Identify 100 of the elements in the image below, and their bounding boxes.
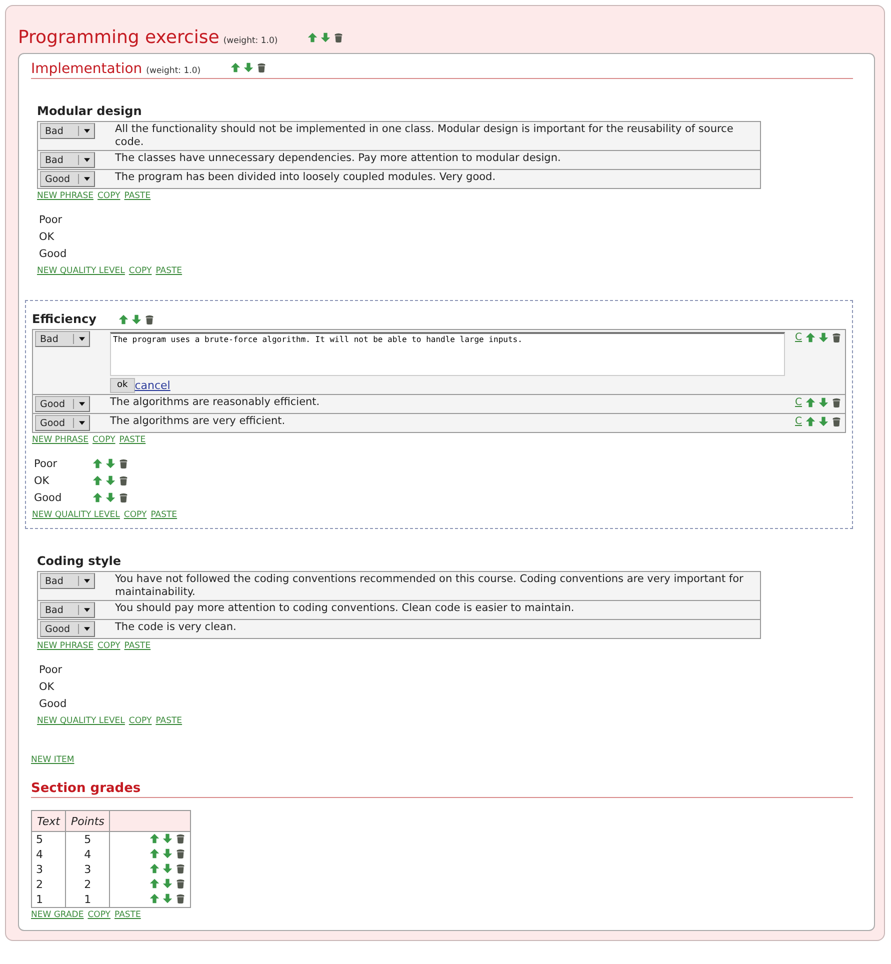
up-arrow-icon[interactable] — [118, 314, 130, 324]
up-arrow-icon[interactable] — [149, 848, 160, 858]
grade-dropdown[interactable]: Good — [40, 171, 95, 187]
trash-can-icon[interactable] — [175, 892, 186, 904]
action-link[interactable]: COPY — [88, 910, 110, 920]
trash-can-icon[interactable] — [175, 878, 186, 888]
up-arrow-icon[interactable] — [306, 32, 318, 43]
down-arrow-icon[interactable] — [818, 397, 829, 408]
trash-can-icon[interactable] — [118, 458, 129, 469]
action-link[interactable]: COPY — [92, 435, 116, 445]
down-arrow-icon[interactable] — [162, 878, 174, 888]
caret-icon — [84, 608, 90, 612]
caret-icon — [84, 158, 90, 162]
trash-can-icon[interactable] — [175, 848, 186, 858]
action-link[interactable]: COPY — [124, 510, 147, 520]
trash-can-icon[interactable] — [831, 416, 842, 427]
column-header: Points — [65, 810, 110, 832]
table-cell: 2 — [32, 877, 66, 892]
table-cell: 4 — [32, 847, 66, 862]
up-arrow-icon[interactable] — [149, 832, 160, 844]
action-link[interactable]: PASTE — [124, 191, 151, 201]
grade-dropdown[interactable]: Good — [40, 621, 95, 637]
table-cell: 5 — [65, 832, 110, 847]
new-item-link[interactable]: NEW ITEM — [31, 755, 74, 765]
trash-can-icon[interactable] — [256, 62, 267, 73]
trash-can-icon[interactable] — [118, 492, 129, 503]
quality-level: Good — [39, 698, 68, 710]
trash-can-icon[interactable] — [175, 862, 186, 874]
action-link[interactable]: NEW PHRASE — [37, 641, 94, 651]
copy-shortcut-link[interactable]: C — [795, 332, 802, 343]
column-header: Text — [32, 810, 66, 832]
action-link[interactable]: COPY — [128, 716, 152, 726]
action-link[interactable]: COPY — [98, 191, 120, 201]
up-arrow-icon[interactable] — [805, 416, 816, 427]
action-link[interactable]: PASTE — [156, 266, 182, 276]
up-arrow-icon[interactable] — [92, 492, 103, 503]
phrase-input[interactable]: The program uses a brute-force algorithm. It will not be able to handle large inputs. — [110, 332, 786, 376]
table-cell: 4 — [65, 847, 110, 862]
up-arrow-icon[interactable] — [805, 397, 816, 408]
action-link[interactable]: NEW PHRASE — [32, 435, 88, 445]
action-link[interactable]: PASTE — [150, 510, 178, 520]
down-arrow-icon[interactable] — [162, 832, 174, 844]
down-arrow-icon[interactable] — [105, 492, 116, 503]
action-link[interactable]: NEW PHRASE — [37, 191, 94, 201]
phrase-text: The algorithms are very efficient. — [110, 414, 286, 429]
section-heading: Section grades — [31, 781, 853, 798]
down-arrow-icon[interactable] — [818, 332, 829, 343]
table-cell: 2 — [65, 877, 110, 892]
down-arrow-icon[interactable] — [105, 458, 116, 469]
up-arrow-icon[interactable] — [149, 892, 160, 904]
up-arrow-icon[interactable] — [805, 332, 816, 343]
quality-level: Poor — [39, 664, 64, 676]
action-link[interactable]: NEW GRADE — [31, 910, 84, 920]
action-link[interactable]: NEW QUALITY LEVEL — [37, 716, 125, 726]
grade-dropdown[interactable]: Bad — [40, 123, 95, 139]
grade-dropdown[interactable]: Bad — [40, 152, 95, 168]
trash-can-icon[interactable] — [831, 332, 842, 343]
grade-dropdown[interactable]: Bad — [40, 602, 95, 618]
down-arrow-icon[interactable] — [818, 416, 829, 427]
down-arrow-icon[interactable] — [242, 62, 254, 73]
trash-can-icon[interactable] — [144, 314, 156, 324]
down-arrow-icon[interactable] — [105, 475, 116, 486]
grade-dropdown[interactable]: Bad — [40, 573, 95, 589]
up-arrow-icon[interactable] — [92, 475, 103, 486]
table-cell: 5 — [32, 832, 66, 847]
copy-shortcut-link[interactable]: C — [795, 397, 802, 408]
quality-level: OK — [39, 230, 56, 242]
cancel-link[interactable]: cancel — [134, 378, 170, 392]
trash-can-icon[interactable] — [831, 397, 842, 408]
phrase-text: You have not followed the coding conventions recommended on this course. Coding conventions are very important for maintainability. — [115, 572, 744, 600]
item-title: Efficiency — [32, 312, 96, 326]
grade-dropdown[interactable]: Good — [35, 396, 90, 412]
grade-dropdown[interactable]: Good — [35, 415, 90, 431]
caret-icon — [78, 402, 84, 406]
grade-dropdown[interactable]: Bad — [35, 331, 90, 347]
up-arrow-icon[interactable] — [230, 62, 241, 73]
down-arrow-icon[interactable] — [320, 32, 331, 43]
action-link[interactable]: COPY — [98, 641, 120, 651]
action-link[interactable]: COPY — [128, 266, 152, 276]
ok-button[interactable]: ok — [110, 378, 135, 392]
trash-can-icon[interactable] — [332, 32, 344, 43]
trash-can-icon[interactable] — [118, 475, 129, 486]
copy-shortcut-link[interactable]: C — [795, 416, 802, 427]
up-arrow-icon[interactable] — [149, 862, 160, 874]
up-arrow-icon[interactable] — [92, 458, 103, 469]
action-link[interactable]: PASTE — [156, 716, 182, 726]
quality-level: OK — [34, 474, 50, 486]
down-arrow-icon[interactable] — [162, 862, 174, 874]
down-arrow-icon[interactable] — [131, 314, 142, 324]
exercise-title: Programming exercise — [18, 27, 220, 48]
down-arrow-icon[interactable] — [162, 892, 174, 904]
down-arrow-icon[interactable] — [162, 848, 174, 858]
action-link[interactable]: NEW QUALITY LEVEL — [37, 266, 125, 276]
phrase-text: The program has been divided into loosely coupled modules. Very good. — [115, 170, 497, 185]
action-link[interactable]: PASTE — [124, 641, 151, 651]
action-link[interactable]: NEW QUALITY LEVEL — [32, 510, 120, 520]
up-arrow-icon[interactable] — [149, 878, 160, 888]
action-link[interactable]: PASTE — [114, 910, 141, 920]
trash-can-icon[interactable] — [175, 832, 186, 844]
action-link[interactable]: PASTE — [119, 435, 146, 445]
